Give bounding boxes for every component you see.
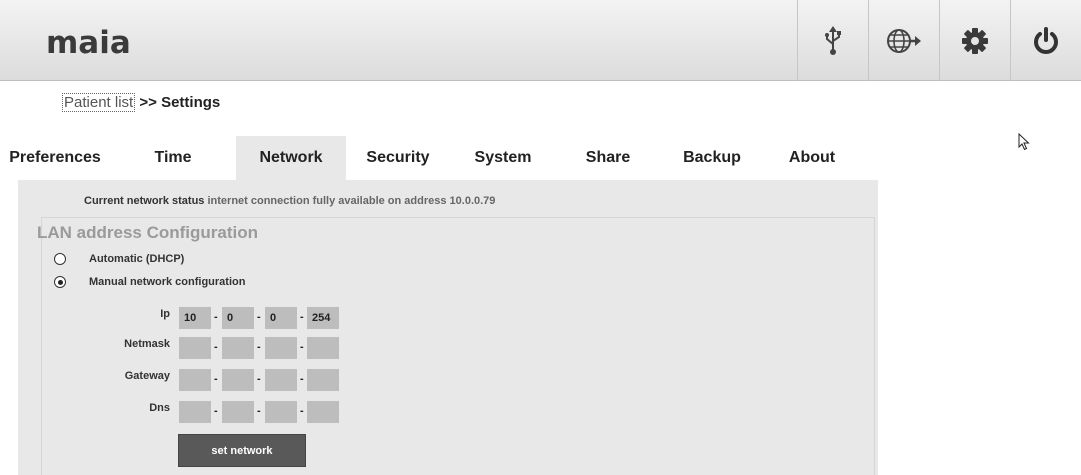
netmask-separator: - — [214, 341, 218, 353]
dhcp-option[interactable]: Automatic (DHCP) — [54, 253, 184, 265]
dhcp-radio[interactable] — [54, 253, 66, 265]
ip-octet-3[interactable]: 0 — [265, 307, 297, 329]
netmask-separator: - — [257, 341, 261, 353]
power-icon — [1032, 26, 1060, 55]
manual-option[interactable]: Manual network configuration — [54, 276, 245, 288]
set-network-button[interactable]: set network — [178, 434, 306, 467]
ip-separator: - — [257, 311, 261, 323]
gateway-separator: - — [214, 373, 218, 385]
breadcrumb-patient-list-link[interactable]: Patient list — [62, 93, 136, 112]
usb-button[interactable] — [797, 0, 868, 81]
dns-octet-3[interactable] — [265, 401, 297, 423]
breadcrumb-current: Settings — [161, 94, 221, 111]
tab-preferences[interactable]: Preferences — [0, 136, 110, 180]
manual-label: Manual network configuration — [89, 276, 246, 288]
network-button[interactable] — [868, 0, 939, 81]
ip-separator: - — [214, 311, 218, 323]
tab-time[interactable]: Time — [110, 136, 236, 180]
ip-octet-2[interactable]: 0 — [222, 307, 254, 329]
mouse-cursor-icon — [1018, 132, 1030, 156]
tab-about[interactable]: About — [764, 136, 860, 180]
tab-network[interactable]: Network — [236, 136, 346, 180]
gear-icon — [961, 27, 989, 55]
ip-row: Ip 10 - 0 - 0 - 254 — [18, 307, 878, 329]
gateway-row: Gateway - - - — [18, 369, 878, 391]
ip-octet-1[interactable]: 10 — [179, 307, 211, 329]
gateway-label: Gateway — [124, 370, 170, 382]
network-status: Current network status internet connecti… — [84, 195, 495, 207]
tab-backup[interactable]: Backup — [660, 136, 764, 180]
globe-arrow-icon — [886, 28, 922, 54]
settings-tabs: Preferences Time Network Security System… — [0, 136, 860, 180]
gateway-separator: - — [257, 373, 261, 385]
ip-separator: - — [300, 311, 304, 323]
netmask-separator: - — [300, 341, 304, 353]
lan-config-legend: LAN address Configuration — [37, 223, 259, 242]
app-logo: maia — [46, 25, 131, 61]
ip-octet-4[interactable]: 254 — [307, 307, 339, 329]
netmask-row: Netmask - - - — [18, 337, 878, 359]
gateway-octet-3[interactable] — [265, 369, 297, 391]
dns-label: Dns — [149, 402, 170, 414]
gateway-separator: - — [300, 373, 304, 385]
network-panel: Current network status internet connecti… — [18, 180, 878, 475]
settings-button[interactable] — [939, 0, 1010, 81]
gateway-octet-4[interactable] — [307, 369, 339, 391]
usb-icon — [822, 25, 844, 56]
breadcrumb-separator: >> — [135, 94, 162, 111]
gateway-octet-2[interactable] — [222, 369, 254, 391]
netmask-octet-1[interactable] — [179, 337, 211, 359]
dns-octet-4[interactable] — [307, 401, 339, 423]
network-status-label: Current network status — [84, 195, 205, 207]
tab-security[interactable]: Security — [346, 136, 450, 180]
network-status-value: internet connection fully available on a… — [207, 195, 496, 207]
dns-row: Dns - - - — [18, 401, 878, 423]
dns-separator: - — [300, 405, 304, 417]
manual-radio[interactable] — [54, 276, 66, 288]
top-bar: maia — [0, 0, 1081, 81]
tab-share[interactable]: Share — [556, 136, 660, 180]
dhcp-label: Automatic (DHCP) — [89, 253, 185, 265]
power-button[interactable] — [1010, 0, 1081, 81]
ip-label: Ip — [160, 308, 170, 320]
gateway-octet-1[interactable] — [179, 369, 211, 391]
netmask-octet-4[interactable] — [307, 337, 339, 359]
netmask-label: Netmask — [124, 338, 170, 350]
dns-separator: - — [257, 405, 261, 417]
netmask-octet-2[interactable] — [222, 337, 254, 359]
breadcrumb: Patient list >> Settings — [62, 93, 221, 112]
netmask-octet-3[interactable] — [265, 337, 297, 359]
dns-octet-1[interactable] — [179, 401, 211, 423]
dns-separator: - — [214, 405, 218, 417]
dns-octet-2[interactable] — [222, 401, 254, 423]
tab-system[interactable]: System — [450, 136, 556, 180]
